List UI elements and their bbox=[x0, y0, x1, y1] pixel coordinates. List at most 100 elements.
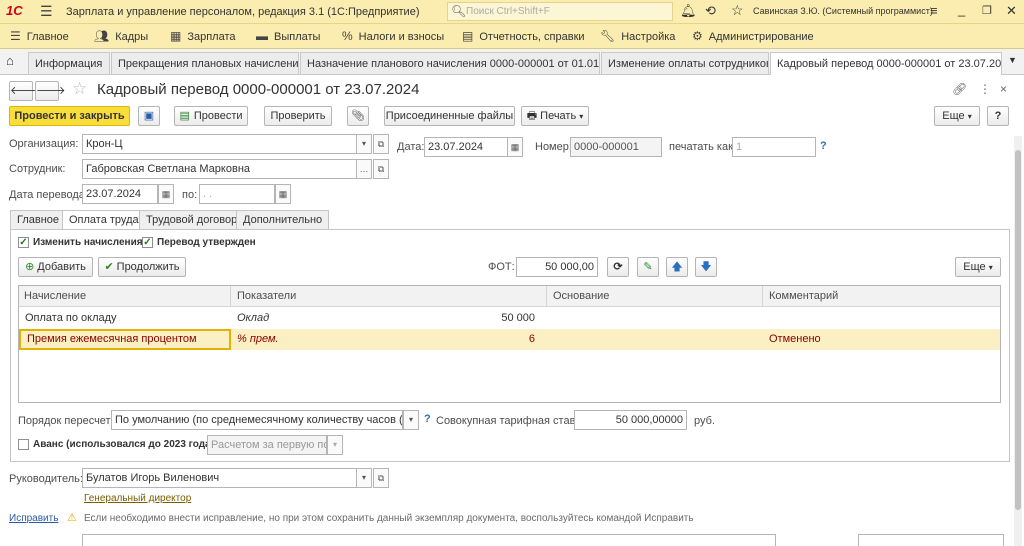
tab-info[interactable]: Информация× bbox=[28, 52, 110, 74]
calendar-icon[interactable]: ▦ bbox=[158, 184, 174, 204]
continue-button[interactable]: ✔ Продолжить bbox=[98, 257, 186, 277]
transfer-approved-checkbox[interactable]: ✓ Перевод утвержден bbox=[142, 237, 256, 248]
grid-more-button[interactable]: Еще ▾ bbox=[955, 257, 1001, 277]
org-field[interactable]: Крон-Ц bbox=[82, 134, 372, 154]
number-field[interactable]: 0000-000001 bbox=[570, 137, 662, 157]
minimize-icon[interactable]: _ bbox=[958, 2, 965, 17]
post-and-close-button[interactable]: Провести и закрыть bbox=[9, 106, 130, 126]
hamburger-icon[interactable]: ☰ bbox=[40, 3, 53, 20]
column-header-accrual[interactable]: Начисление bbox=[18, 286, 231, 307]
pencil-icon[interactable]: ✎ bbox=[637, 257, 659, 277]
check-button[interactable]: Проверить bbox=[264, 106, 332, 126]
chevron-down-icon[interactable]: ▾ bbox=[327, 435, 343, 455]
tab-additional[interactable]: Дополнительно bbox=[236, 210, 330, 230]
save-button[interactable]: ▣ bbox=[138, 106, 160, 126]
close-form-icon[interactable]: × bbox=[1000, 82, 1007, 96]
calendar-icon[interactable]: ▦ bbox=[507, 137, 523, 157]
chevron-down-icon[interactable]: ▾ bbox=[356, 134, 372, 154]
tab-change-payment[interactable]: Изменение оплаты сотрудников× bbox=[601, 52, 769, 74]
back-button[interactable]: 🡐 bbox=[9, 81, 40, 101]
table-row[interactable]: Премия ежемесячная процентом % прем. 6 О… bbox=[19, 329, 1000, 350]
tabs-dropdown-icon[interactable]: ▼ bbox=[1008, 55, 1017, 65]
user-name[interactable]: Савинская З.Ю. (Системный программист) bbox=[753, 6, 933, 16]
menu-item-settings[interactable]: 🔧︎ Настройка bbox=[600, 24, 675, 49]
bell-icon[interactable]: 🔔︎ bbox=[680, 3, 697, 19]
add-button[interactable]: ⊕ Добавить bbox=[18, 257, 93, 277]
arrow-down-icon[interactable]: 🡇 bbox=[695, 257, 717, 277]
table-row[interactable]: Оплата по окладу Оклад 50 000 bbox=[19, 308, 1000, 329]
home-icon[interactable]: ⌂ bbox=[6, 53, 14, 68]
help-button[interactable]: ? bbox=[987, 106, 1009, 126]
column-header-indicators[interactable]: Показатели bbox=[231, 286, 547, 307]
comment-cell[interactable] bbox=[763, 308, 999, 329]
menu-item-reports[interactable]: ▤ Отчетность, справки bbox=[462, 24, 585, 49]
tab-plan-accrual[interactable]: Назначение планового начисления 0000-000… bbox=[300, 52, 600, 74]
menu-item-salary[interactable]: ▦ Зарплата bbox=[170, 24, 236, 49]
restore-icon[interactable]: ❐ bbox=[982, 4, 992, 17]
change-accruals-checkbox[interactable]: ✓ Изменить начисления bbox=[18, 237, 143, 248]
indicator-value-cell[interactable]: 50 000 bbox=[381, 308, 541, 329]
employee-field[interactable]: Габровская Светлана Марковна bbox=[82, 159, 372, 179]
close-tab-icon[interactable]: × bbox=[108, 58, 109, 70]
scrollbar[interactable] bbox=[1014, 136, 1022, 546]
menu-item-taxes[interactable]: % Налоги и взносы bbox=[342, 24, 444, 49]
open-icon[interactable]: ⧉ bbox=[373, 134, 389, 154]
indicator-value-cell[interactable]: 6 bbox=[381, 329, 541, 350]
calendar-icon[interactable]: ▦ bbox=[275, 184, 291, 204]
menu-item-hr[interactable]: 👥︎ Кадры bbox=[94, 24, 148, 49]
history-icon[interactable]: ⟲ bbox=[705, 3, 716, 19]
tab-stop-accruals[interactable]: Прекращения плановых начислений× bbox=[111, 52, 299, 74]
tab-contract[interactable]: Трудовой договор bbox=[139, 210, 245, 230]
help-icon[interactable]: ? bbox=[424, 413, 431, 425]
open-icon[interactable]: ⧉ bbox=[373, 159, 389, 179]
ellipsis-icon[interactable]: … bbox=[356, 159, 372, 179]
comment-cell[interactable]: Отменено bbox=[763, 329, 999, 350]
manager-field[interactable]: Булатов Игорь Виленович bbox=[82, 468, 372, 488]
menu-item-admin[interactable]: ⚙ Администрирование bbox=[692, 24, 814, 49]
manager-position[interactable]: Генеральный директор bbox=[84, 493, 191, 504]
refresh-icon[interactable]: ⟳ bbox=[607, 257, 629, 277]
arrow-up-icon[interactable]: 🡅 bbox=[666, 257, 688, 277]
indicator-cell[interactable]: % прем. bbox=[231, 329, 381, 350]
advance-checkbox[interactable]: Аванс (использовался до 2023 года) bbox=[18, 439, 214, 450]
scrollbar-thumb[interactable] bbox=[1015, 150, 1021, 510]
chevron-down-icon[interactable]: ▾ bbox=[403, 410, 419, 430]
accrual-cell[interactable]: Оплата по окладу bbox=[19, 308, 231, 329]
indicator-cell[interactable]: Оклад bbox=[231, 308, 381, 329]
comment-field[interactable] bbox=[82, 534, 776, 546]
menu-item-main[interactable]: ☰ Главное bbox=[10, 24, 69, 49]
close-icon[interactable]: ✕ bbox=[1006, 3, 1017, 19]
search-input[interactable]: Поиск Ctrl+Shift+F bbox=[466, 6, 550, 17]
attach-button[interactable]: 📎︎ bbox=[347, 106, 369, 126]
tab-main[interactable]: Главное bbox=[10, 210, 67, 230]
basis-cell[interactable] bbox=[547, 329, 763, 350]
to-date-field[interactable]: . . bbox=[199, 184, 275, 204]
tab-payment[interactable]: Оплата труда bbox=[62, 210, 146, 230]
column-header-comment[interactable]: Комментарий bbox=[763, 286, 999, 307]
help-icon[interactable]: ? bbox=[820, 140, 827, 152]
print-as-field[interactable]: 1 bbox=[732, 137, 816, 157]
more-vertical-icon[interactable]: ⋮ bbox=[979, 82, 991, 96]
favorite-star-icon[interactable]: ☆ bbox=[72, 79, 87, 99]
search-box[interactable]: 🔍︎ Поиск Ctrl+Shift+F bbox=[447, 2, 673, 21]
print-button[interactable]: 🖶 Печать ▾ bbox=[521, 106, 589, 126]
recalc-select[interactable]: По умолчанию (по среднемесячному количес… bbox=[111, 410, 403, 430]
fix-link[interactable]: Исправить bbox=[9, 513, 58, 524]
settings-menu-icon[interactable]: ≡ bbox=[930, 3, 938, 18]
tab-transfer[interactable]: Кадровый перевод 0000-000001 от 23.07.20… bbox=[770, 52, 1002, 75]
responsible-field[interactable] bbox=[858, 534, 1004, 546]
fot-field[interactable]: 50 000,00 bbox=[516, 257, 598, 277]
post-button[interactable]: ▤ Провести bbox=[174, 106, 248, 126]
forward-button[interactable]: 🡒 bbox=[35, 81, 66, 101]
tariff-field[interactable]: 50 000,00000 bbox=[574, 410, 687, 430]
accrual-cell[interactable]: Премия ежемесячная процентом bbox=[19, 329, 231, 350]
star-icon[interactable]: ☆ bbox=[731, 2, 744, 19]
more-button[interactable]: Еще ▾ bbox=[934, 106, 980, 126]
menu-item-payments[interactable]: ▬ Выплаты bbox=[256, 24, 320, 49]
attached-files-button[interactable]: Присоединенные файлы bbox=[384, 106, 515, 126]
basis-cell[interactable] bbox=[547, 308, 763, 329]
link-icon[interactable]: 🔗︎ bbox=[952, 82, 967, 96]
chevron-down-icon[interactable]: ▾ bbox=[356, 468, 372, 488]
transfer-date-field[interactable]: 23.07.2024 bbox=[82, 184, 158, 204]
advance-select[interactable]: Расчетом за первую поло bbox=[207, 435, 327, 455]
